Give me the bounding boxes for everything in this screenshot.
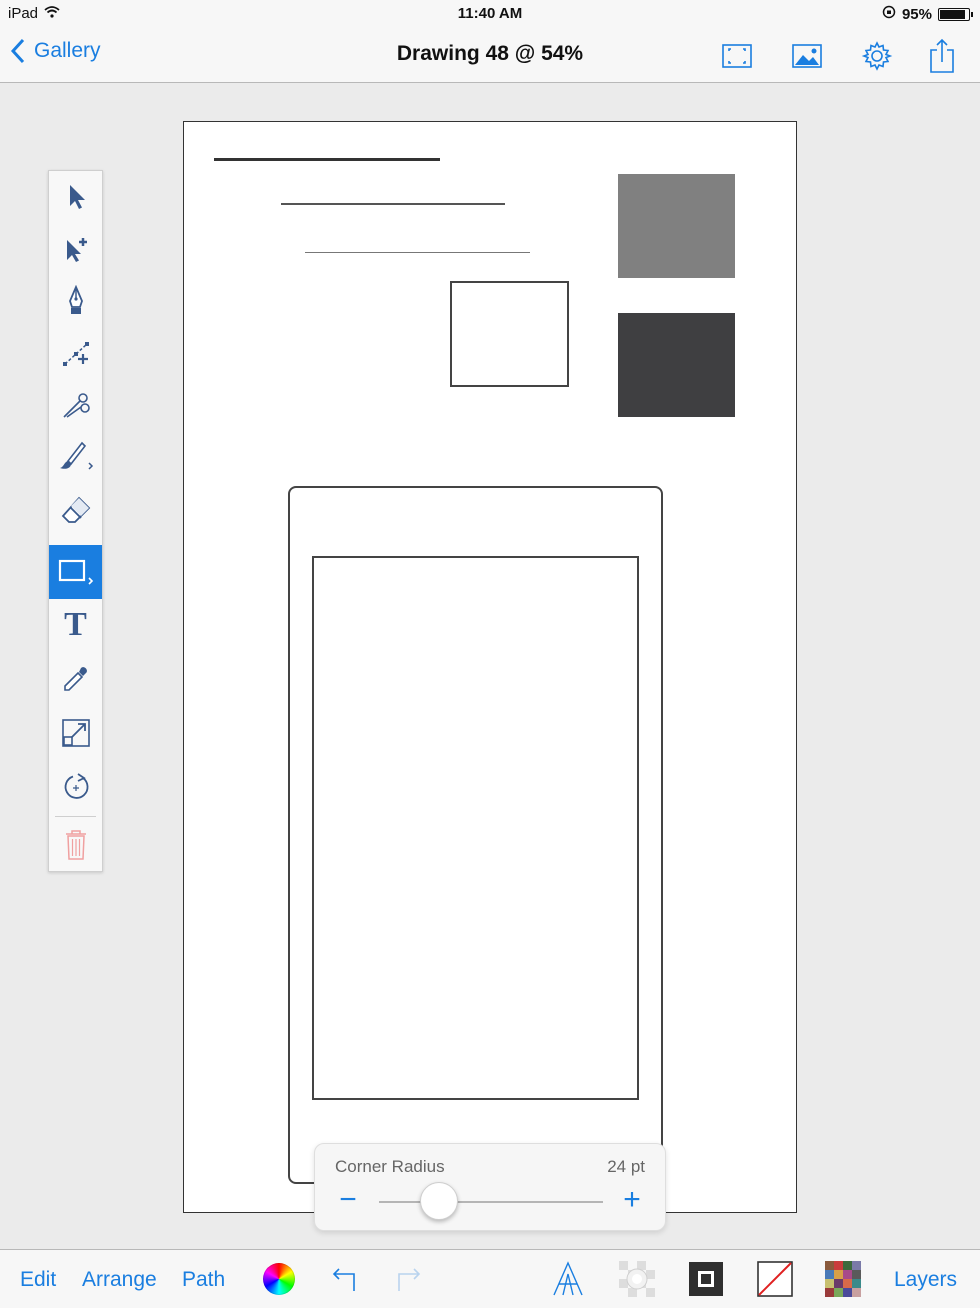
decrease-radius-button[interactable]: − (335, 1185, 361, 1215)
chevron-left-icon (10, 38, 25, 64)
shadow-button[interactable] (618, 1260, 656, 1298)
bottom-toolbar: Edit Arrange Path Layers (0, 1249, 980, 1308)
scissors-tool[interactable] (49, 379, 102, 431)
rotate-icon (64, 773, 88, 799)
add-node-tool[interactable] (49, 327, 102, 379)
slider-thumb[interactable] (420, 1182, 459, 1220)
pen-tool[interactable] (49, 275, 102, 327)
multi-select-tool[interactable] (49, 223, 102, 275)
corner-radius-value: 24 pt (607, 1157, 645, 1176)
navigation-bar: Gallery Drawing 48 @ 54% (0, 28, 980, 83)
rectangle-tool-icon (58, 559, 93, 585)
rotate-tool[interactable] (49, 761, 102, 813)
fill-color-button[interactable] (756, 1260, 794, 1298)
share-icon (930, 38, 954, 73)
insert-image-button[interactable] (787, 36, 827, 76)
brush-tool[interactable] (49, 431, 102, 483)
image-icon (792, 44, 822, 68)
text-tool[interactable]: T (49, 599, 102, 651)
path-button[interactable]: Path (182, 1268, 225, 1292)
line-shape-1[interactable] (214, 158, 440, 161)
no-fill-icon (757, 1261, 793, 1297)
font-button[interactable] (549, 1260, 587, 1298)
text-tool-icon: T (64, 606, 87, 643)
edit-button[interactable]: Edit (20, 1268, 56, 1292)
select-tool[interactable] (49, 171, 102, 223)
scale-tool[interactable] (49, 707, 102, 759)
scale-icon (61, 719, 90, 747)
eyedropper-icon (63, 667, 87, 691)
outlined-square-shape[interactable] (450, 281, 569, 387)
undo-icon (332, 1268, 355, 1291)
back-to-gallery-button[interactable]: Gallery (10, 38, 101, 64)
rectangle-tool[interactable] (49, 545, 102, 599)
dark-filled-rectangle[interactable] (618, 313, 735, 417)
redo-icon (398, 1268, 421, 1291)
color-wheel-icon (263, 1263, 295, 1295)
drawing-canvas[interactable] (183, 121, 797, 1213)
brush-icon (59, 441, 93, 470)
delete-tool[interactable] (49, 819, 102, 871)
eraser-tool[interactable] (49, 483, 102, 535)
tool-palette: T (48, 170, 103, 872)
tool-separator (55, 816, 96, 817)
corner-radius-label: Corner Radius (335, 1157, 445, 1176)
status-bar: iPad 11:40 AM 95% (0, 0, 980, 28)
shadow-icon (619, 1261, 655, 1297)
scissors-icon (62, 393, 90, 418)
share-button[interactable] (922, 36, 962, 76)
page-title: Drawing 48 @ 54% (396, 42, 584, 65)
settings-button[interactable] (857, 36, 897, 76)
corner-radius-slider[interactable] (379, 1201, 603, 1203)
undo-button[interactable] (325, 1260, 363, 1298)
stroke-color-button[interactable] (687, 1260, 725, 1298)
redo-button[interactable] (390, 1260, 428, 1298)
eyedropper-tool[interactable] (49, 653, 102, 705)
inner-rectangle-shape[interactable] (312, 556, 639, 1100)
status-right: 95% (882, 5, 973, 23)
back-label: Gallery (34, 39, 101, 62)
pattern-button[interactable] (824, 1260, 862, 1298)
arrange-button[interactable]: Arrange (82, 1268, 157, 1292)
increase-radius-button[interactable]: + (619, 1185, 645, 1215)
add-node-icon (62, 342, 89, 366)
fullscreen-icon (722, 44, 752, 68)
color-picker-button[interactable] (260, 1260, 298, 1298)
font-icon (553, 1261, 583, 1296)
line-shape-2[interactable] (281, 203, 505, 205)
trash-icon (65, 830, 86, 860)
battery-percent: 95% (901, 5, 932, 23)
status-time: 11:40 AM (457, 5, 523, 22)
rotation-lock-icon (882, 5, 896, 23)
gray-filled-rectangle[interactable] (618, 174, 735, 278)
gear-icon (861, 41, 893, 71)
stroke-color-icon (689, 1262, 723, 1296)
line-shape-3[interactable] (305, 252, 530, 253)
select-arrow-icon (69, 185, 85, 209)
battery-fill (940, 9, 965, 19)
pen-nib-icon (68, 285, 83, 314)
battery-icon (938, 7, 973, 21)
eraser-icon (61, 496, 90, 523)
multi-select-arrow-icon (66, 238, 87, 262)
fullscreen-button[interactable] (717, 36, 757, 76)
layers-button[interactable]: Layers (894, 1268, 957, 1292)
corner-radius-popover: Corner Radius 24 pt − + (314, 1143, 666, 1231)
pattern-icon (825, 1261, 861, 1297)
